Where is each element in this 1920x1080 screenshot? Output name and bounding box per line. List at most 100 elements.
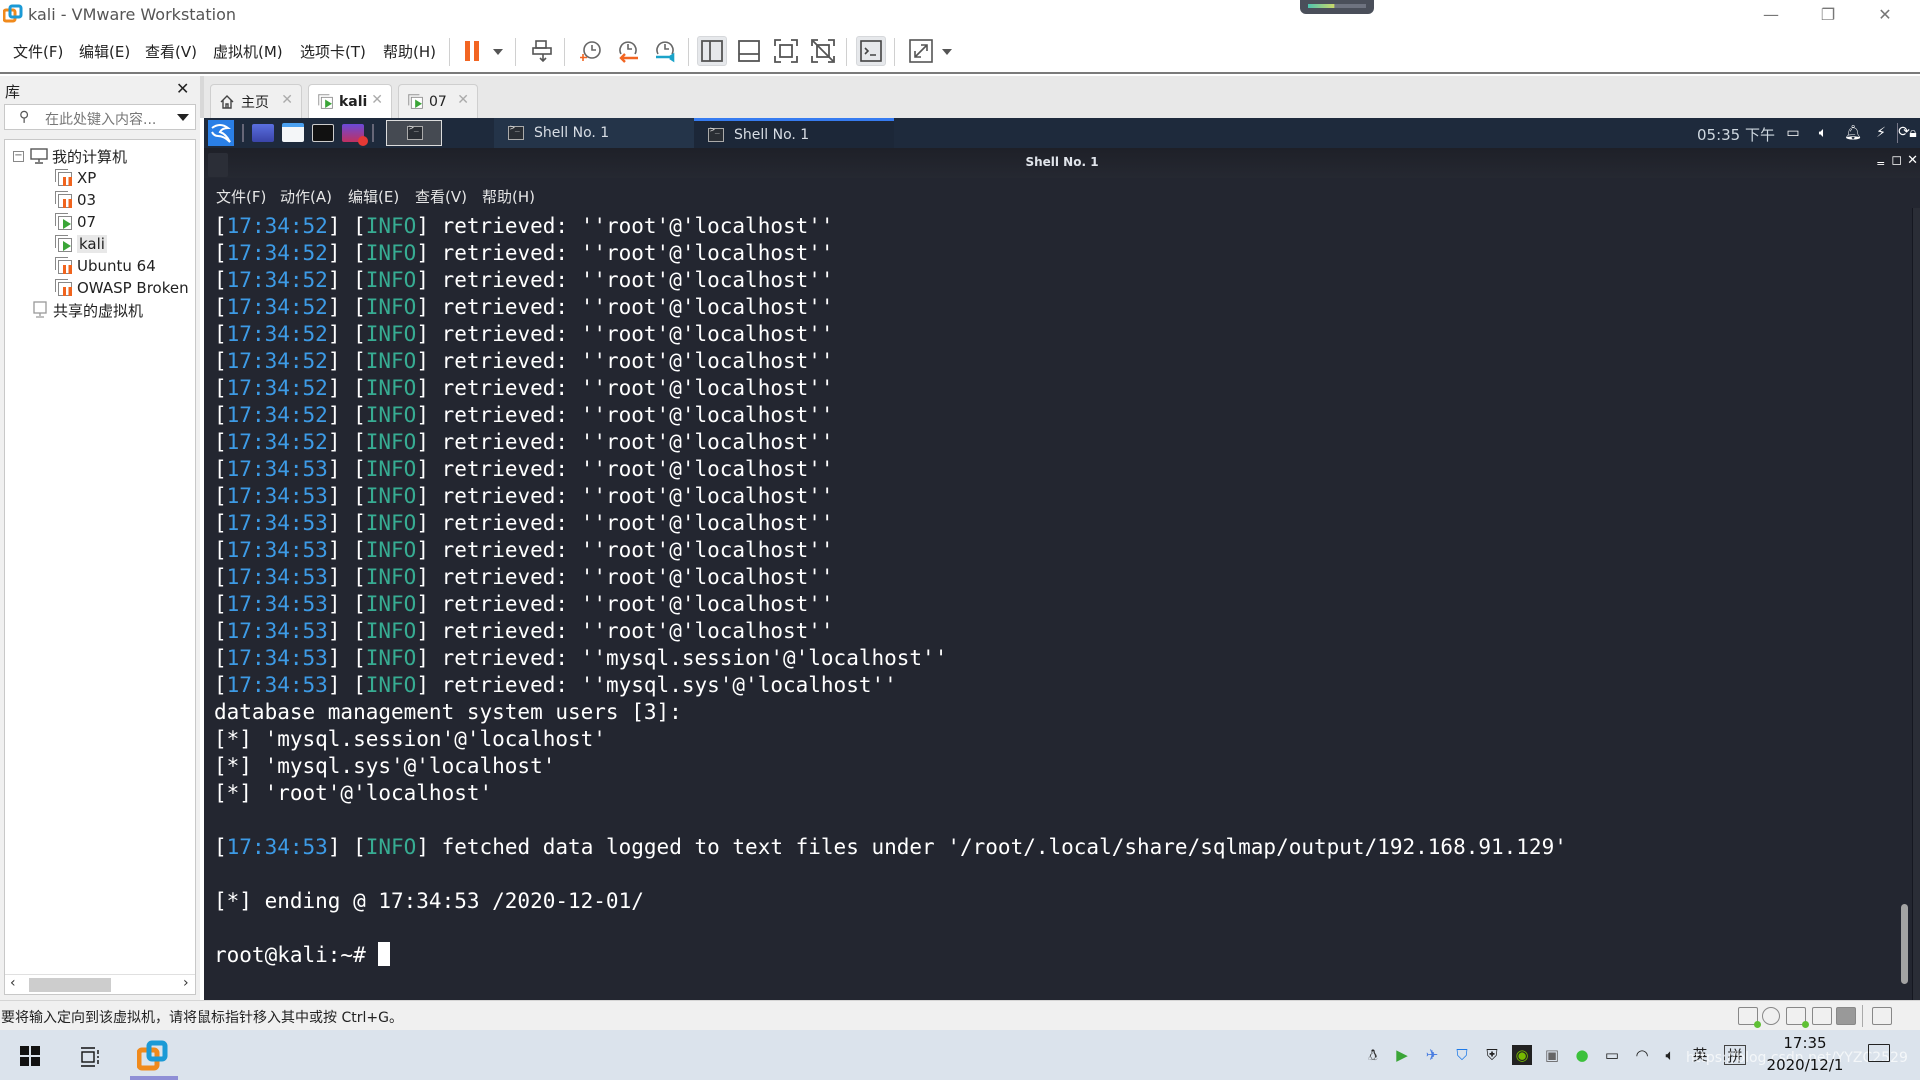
tree-item-vm[interactable]: XP [55, 168, 96, 188]
task-shell-1[interactable]: Shell No. 1 [494, 118, 694, 148]
log-message: retrieved: ''root'@'localhost'' [441, 484, 834, 508]
collapse-icon[interactable]: − [13, 150, 24, 162]
windows-security-tray-icon[interactable]: ⛨ [1482, 1045, 1502, 1065]
terminal-minimize-button[interactable]: ‗ [1878, 151, 1885, 166]
volume-tray-icon[interactable]: 🔈︎ [1660, 1045, 1680, 1065]
guest-clock[interactable]: 05:35 下午 [1697, 124, 1775, 145]
unity-icon [811, 39, 835, 63]
stretch-dropdown-caret[interactable] [942, 49, 952, 55]
display-icon[interactable]: ▭ [1784, 124, 1802, 142]
tab-close-icon[interactable]: ✕ [371, 92, 383, 108]
cd-dvd-icon[interactable] [1762, 1007, 1780, 1025]
tree-item-shared-vms[interactable]: 共享的虚拟机 [33, 300, 143, 320]
wifi-tray-icon[interactable]: ◠ [1632, 1045, 1652, 1065]
tab-close-icon[interactable]: ✕ [281, 92, 293, 108]
terminal-launcher-icon[interactable] [312, 124, 334, 142]
minimize-button[interactable]: — [1748, 2, 1794, 28]
menu-file[interactable]: 文件(F) [13, 41, 63, 62]
tree-item-vm[interactable]: 03 [55, 190, 96, 210]
tencent-security-tray-icon[interactable]: ⛉ [1452, 1045, 1472, 1065]
terminal-menu-file[interactable]: 文件(F) [216, 186, 266, 207]
terminal-menu-edit[interactable]: 编辑(E) [348, 186, 399, 207]
library-close-button[interactable]: ✕ [176, 79, 189, 98]
scroll-left-icon[interactable]: ‹ [10, 975, 16, 991]
log-timestamp: 17:34:53 [226, 484, 328, 508]
message-log-icon[interactable] [1872, 1007, 1892, 1025]
search-dropdown-icon[interactable] [177, 114, 189, 121]
tree-item-my-computer[interactable]: − 我的计算机 [13, 146, 127, 166]
log-level: INFO [365, 376, 417, 400]
send-ctrl-alt-del-button[interactable] [528, 36, 558, 66]
restore-button[interactable]: ❐ [1805, 2, 1851, 28]
scroll-right-icon[interactable]: › [183, 975, 189, 991]
show-thumbnail-bar-button[interactable] [734, 36, 764, 66]
log-level: INFO [365, 349, 417, 373]
action-center-icon[interactable] [1868, 1044, 1890, 1062]
screen-recorder-icon[interactable] [342, 124, 368, 146]
terminal-close-button[interactable]: ✕ [1907, 153, 1918, 168]
power-tray-icon[interactable]: ▭ [1602, 1045, 1622, 1065]
pause-dropdown-caret[interactable] [493, 49, 503, 55]
vmware-taskbar-icon[interactable] [137, 1040, 169, 1072]
taskbar-time[interactable]: 17:35 [1770, 1034, 1840, 1052]
menu-help[interactable]: 帮助(H) [383, 41, 436, 62]
logout-icon[interactable]: ⟳ [1890, 124, 1918, 142]
shell-prompt-line: root@kali:~# [214, 942, 1567, 969]
show-desktop-icon[interactable] [252, 124, 274, 142]
file-manager-icon[interactable] [282, 123, 304, 142]
snapshot-manager-button[interactable] [650, 36, 680, 66]
tab-07[interactable]: 07 ✕ [398, 84, 478, 118]
usb-device-icon[interactable] [1836, 1007, 1856, 1025]
terminal-scrollbar-track[interactable] [1912, 208, 1920, 1000]
log-level: INFO [365, 592, 417, 616]
unity-button[interactable] [808, 36, 838, 66]
usb-tray-icon[interactable]: ▣ [1542, 1045, 1562, 1065]
menu-view[interactable]: 查看(V) [145, 41, 197, 62]
log-level: INFO [365, 268, 417, 292]
taskbar-date[interactable]: 2020/12/1 [1765, 1056, 1845, 1074]
close-button[interactable]: ✕ [1862, 2, 1908, 28]
terminal-menu-help[interactable]: 帮助(H) [482, 186, 535, 207]
windows-start-button[interactable] [20, 1046, 40, 1066]
scrollbar-thumb[interactable] [29, 978, 111, 992]
tree-item-vm[interactable]: 07 [55, 212, 96, 232]
terminal-menu-action[interactable]: 动作(A) [280, 186, 332, 207]
qq-tray-icon[interactable]: 🐧︎ [1363, 1045, 1383, 1065]
fullscreen-button[interactable] [771, 36, 801, 66]
network-adapter-icon[interactable] [1786, 1007, 1809, 1028]
terminal-menu-view[interactable]: 查看(V) [415, 186, 467, 207]
terminal-maximize-button[interactable]: ◻ [1891, 153, 1902, 168]
notifications-bell-icon[interactable]: 🔔︎ [1844, 124, 1862, 142]
volume-icon[interactable]: 🔈︎ [1814, 124, 1832, 142]
nvidia-tray-icon[interactable]: ◉ [1512, 1045, 1532, 1065]
show-library-button[interactable] [697, 36, 727, 66]
tab-kali[interactable]: kali ✕ [308, 84, 392, 118]
task-view-button[interactable] [80, 1046, 100, 1067]
power-manager-icon[interactable]: ⚡︎ [1872, 124, 1890, 142]
tab-close-icon[interactable]: ✕ [457, 92, 469, 108]
menu-vm[interactable]: 虚拟机(M) [213, 41, 283, 62]
console-view-button[interactable] [856, 36, 886, 66]
printer-icon[interactable] [1812, 1007, 1832, 1025]
take-snapshot-button[interactable] [576, 36, 606, 66]
task-shell-1-active[interactable]: Shell No. 1 [694, 118, 894, 148]
hard-disk-icon[interactable] [1738, 1007, 1761, 1028]
tree-item-vm-selected[interactable]: kali [55, 234, 107, 254]
tab-home[interactable]: 主页 ✕ [210, 84, 302, 118]
library-search-input[interactable]: ⚲ 在此处键入内容... [4, 104, 196, 130]
menu-tabs[interactable]: 选项卡(T) [300, 41, 366, 62]
library-horizontal-scrollbar[interactable]: ‹ › [5, 974, 195, 994]
tree-item-vm[interactable]: OWASP Broken [55, 278, 189, 298]
feishu-tray-icon[interactable]: ✈ [1422, 1045, 1442, 1065]
pause-button[interactable] [458, 36, 488, 66]
battery-status-tray-icon[interactable]: ● [1572, 1045, 1592, 1065]
vmware-tray-icon[interactable]: ▶ [1392, 1045, 1412, 1065]
terminal-output[interactable]: [17:34:52] [INFO] retrieved: ''root'@'lo… [214, 213, 1567, 969]
kali-menu-icon[interactable] [208, 120, 234, 146]
revert-snapshot-button[interactable] [613, 36, 643, 66]
tree-item-vm[interactable]: Ubuntu 64 [55, 256, 156, 276]
terminal-scrollbar-thumb[interactable] [1901, 904, 1908, 984]
stretch-guest-button[interactable] [906, 36, 936, 66]
workspace-switcher[interactable] [386, 120, 442, 146]
menu-edit[interactable]: 编辑(E) [79, 41, 130, 62]
